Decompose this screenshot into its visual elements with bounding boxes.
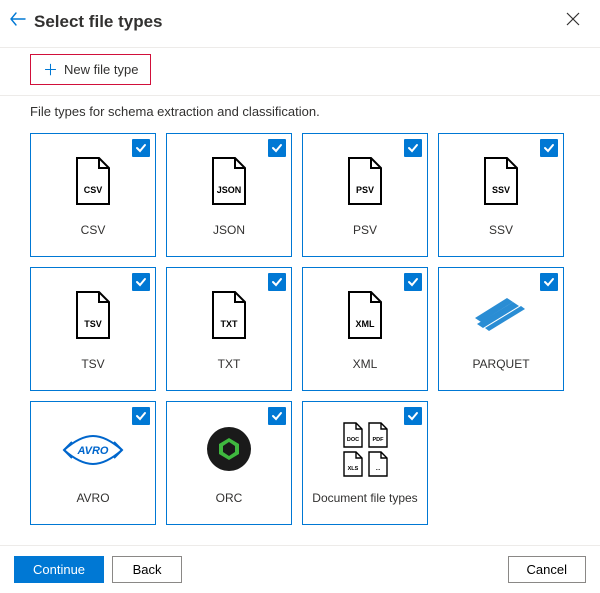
new-file-type-label: New file type xyxy=(64,62,138,77)
close-icon[interactable] xyxy=(562,8,584,35)
svg-text:XLS: XLS xyxy=(347,466,358,472)
file-type-icon: TSV xyxy=(73,287,113,343)
plus-icon: ＋ xyxy=(43,59,58,80)
file-type-grid: CSV CSV JSON JSON PSV PSV SSV SSV TSV TS… xyxy=(30,133,570,525)
file-type-icon: PSV xyxy=(345,153,385,209)
checkmark-icon xyxy=(540,273,558,291)
file-type-icon xyxy=(473,287,529,343)
svg-text:JSON: JSON xyxy=(217,185,242,195)
file-type-tile[interactable]: PSV PSV xyxy=(302,133,428,257)
checkmark-icon xyxy=(268,407,286,425)
checkmark-icon xyxy=(132,407,150,425)
svg-text:DOC: DOC xyxy=(346,437,358,443)
file-type-icon: CSV xyxy=(73,153,113,209)
svg-text:TSV: TSV xyxy=(84,319,102,329)
file-type-label: JSON xyxy=(209,223,249,237)
file-type-label: SSV xyxy=(485,223,517,237)
svg-text:PDF: PDF xyxy=(372,437,384,443)
svg-text:SSV: SSV xyxy=(492,185,510,195)
file-type-label: ORC xyxy=(212,491,247,505)
svg-text:XML: XML xyxy=(356,319,376,329)
file-type-label: AVRO xyxy=(72,491,113,505)
cancel-button[interactable]: Cancel xyxy=(508,556,586,583)
svg-text:CSV: CSV xyxy=(84,185,103,195)
file-type-icon: DOC PDF XLS ... xyxy=(342,421,389,477)
file-type-label: XML xyxy=(349,357,382,371)
file-type-icon xyxy=(207,421,251,477)
file-type-tile[interactable]: AVRO AVRO xyxy=(30,401,156,525)
file-type-label: PSV xyxy=(349,223,381,237)
new-file-type-button[interactable]: ＋ New file type xyxy=(30,54,151,85)
file-type-label: Document file types xyxy=(308,491,421,505)
description-text: File types for schema extraction and cla… xyxy=(30,104,570,119)
file-type-icon: TXT xyxy=(209,287,249,343)
file-type-tile[interactable]: JSON JSON xyxy=(166,133,292,257)
file-type-tile[interactable]: XML XML xyxy=(302,267,428,391)
continue-button[interactable]: Continue xyxy=(14,556,104,583)
file-type-label: PARQUET xyxy=(468,357,533,371)
checkmark-icon xyxy=(132,139,150,157)
checkmark-icon xyxy=(404,139,422,157)
file-type-icon: AVRO xyxy=(60,421,126,477)
file-type-tile[interactable]: PARQUET xyxy=(438,267,564,391)
file-type-icon: JSON xyxy=(209,153,249,209)
file-type-tile[interactable]: CSV CSV xyxy=(30,133,156,257)
file-type-label: TSV xyxy=(77,357,108,371)
file-type-icon: SSV xyxy=(481,153,521,209)
file-type-tile[interactable]: ORC xyxy=(166,401,292,525)
svg-text:...: ... xyxy=(375,466,380,472)
svg-text:AVRO: AVRO xyxy=(77,445,109,457)
checkmark-icon xyxy=(404,407,422,425)
back-arrow-icon[interactable] xyxy=(10,12,26,31)
file-type-label: CSV xyxy=(77,223,110,237)
back-button[interactable]: Back xyxy=(112,556,182,583)
checkmark-icon xyxy=(404,273,422,291)
svg-text:PSV: PSV xyxy=(356,185,374,195)
checkmark-icon xyxy=(268,273,286,291)
file-type-label: TXT xyxy=(214,357,245,371)
file-type-tile[interactable]: SSV SSV xyxy=(438,133,564,257)
page-title: Select file types xyxy=(34,12,562,32)
svg-text:TXT: TXT xyxy=(221,319,239,329)
file-type-tile[interactable]: DOC PDF XLS ... Document file types xyxy=(302,401,428,525)
file-type-tile[interactable]: TSV TSV xyxy=(30,267,156,391)
footer-bar: Continue Back Cancel xyxy=(0,545,600,593)
checkmark-icon xyxy=(268,139,286,157)
file-type-tile[interactable]: TXT TXT xyxy=(166,267,292,391)
checkmark-icon xyxy=(540,139,558,157)
file-type-icon: XML xyxy=(345,287,385,343)
checkmark-icon xyxy=(132,273,150,291)
